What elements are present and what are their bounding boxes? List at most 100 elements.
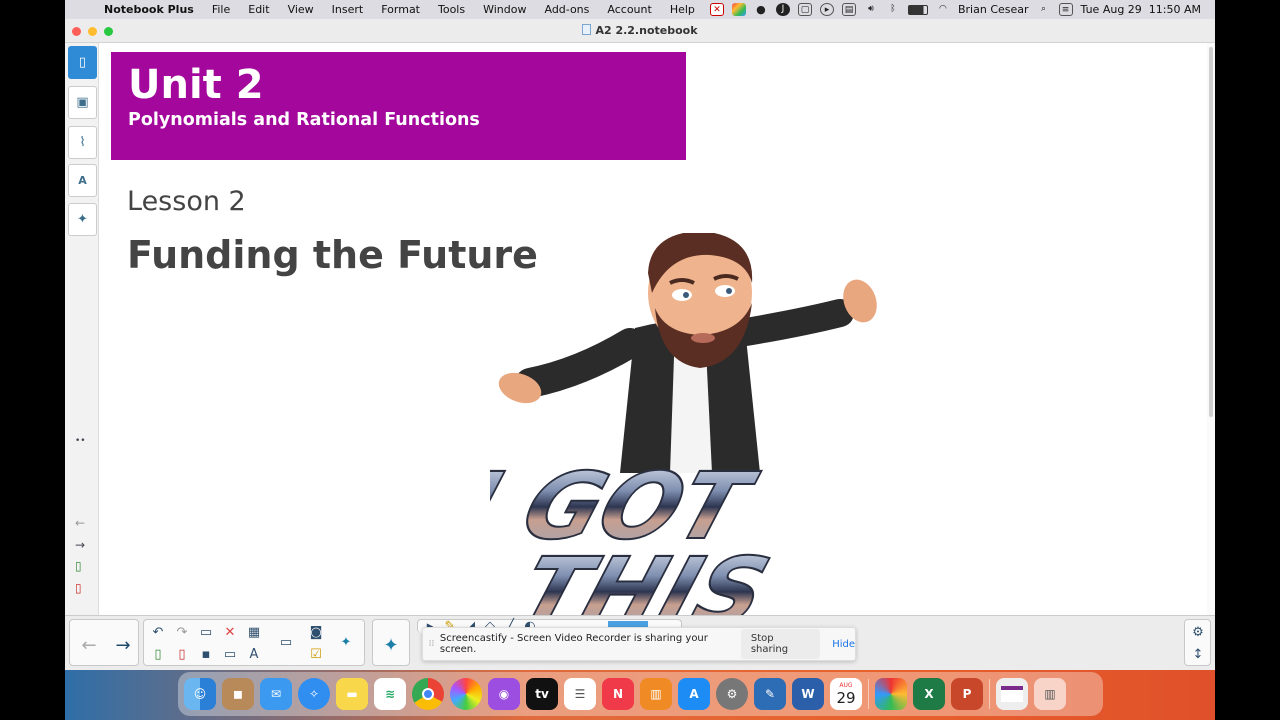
back-arrow-icon[interactable]: ←	[75, 516, 85, 530]
app-store-icon[interactable]: A	[678, 678, 710, 710]
control-center-icon[interactable]: ≡	[1058, 3, 1073, 16]
edit-tools-group: ↶ ↷ ▭ ✕ ▦ ▭ ◙ ✦ ▯ ▯ ▪ ▭ A ☑	[143, 619, 365, 666]
battery-icon[interactable]	[907, 4, 928, 15]
excel-icon[interactable]: X	[913, 678, 945, 710]
screen-shade-icon[interactable]: ▭	[276, 633, 296, 651]
menu-edit[interactable]: Edit	[239, 3, 278, 16]
menu-app-name[interactable]: Notebook Plus	[95, 3, 203, 16]
drop-icon[interactable]: ●	[754, 3, 768, 16]
remove-page-icon[interactable]: ▯	[172, 645, 192, 663]
search-icon[interactable]: ⌕	[1037, 3, 1051, 16]
properties-tab[interactable]: A	[68, 164, 97, 197]
gallery-tab[interactable]: ▣	[68, 86, 97, 119]
screen: Notebook Plus File Edit View Insert Form…	[65, 0, 1215, 720]
stop-sharing-button[interactable]: Stop sharing	[740, 629, 821, 659]
lesson-label[interactable]: Lesson 2	[127, 186, 246, 217]
photos-icon[interactable]	[450, 678, 482, 710]
table-icon[interactable]: ▦	[244, 623, 264, 641]
hide-button[interactable]: Hide	[832, 639, 855, 650]
redo-icon[interactable]: ↷	[172, 623, 192, 641]
finder-icon[interactable]: ☺	[184, 678, 216, 710]
downloads-stack-icon[interactable]	[996, 678, 1028, 710]
keyboard-icon[interactable]: ▤	[841, 3, 856, 16]
check-document-icon[interactable]: ☑	[306, 645, 326, 663]
dock: ☺ ◼ ✉ ✧ ▬ ≋ ◉ tv ☰ N ▥ A ⚙ ✎ W AUG 29 X …	[178, 672, 1103, 716]
apple-tv-icon[interactable]: tv	[526, 678, 558, 710]
delete-page-icon[interactable]: ▯	[75, 581, 82, 595]
notebook-page[interactable]: Unit 2 Polynomials and Rational Function…	[100, 43, 1205, 633]
save-icon[interactable]: ▪	[196, 645, 216, 663]
calendar-icon[interactable]: AUG 29	[830, 678, 862, 710]
gear-icon[interactable]: ⚙	[1188, 623, 1208, 641]
menu-add-ons[interactable]: Add-ons	[535, 3, 598, 16]
undo-icon[interactable]: ↶	[148, 623, 168, 641]
menu-view[interactable]: View	[279, 3, 323, 16]
menu-format[interactable]: Format	[372, 3, 429, 16]
mail-icon[interactable]: ✉	[260, 678, 292, 710]
menu-bar: Notebook Plus File Edit View Insert Form…	[65, 0, 1215, 19]
attachments-tab[interactable]: ⌇	[68, 126, 97, 159]
scroll-thumb[interactable]	[1209, 47, 1213, 417]
safari-icon[interactable]: ✧	[298, 678, 330, 710]
settings-group: ⚙ ↕	[1184, 619, 1211, 666]
menu-tools[interactable]: Tools	[429, 3, 474, 16]
news-icon[interactable]: N	[602, 678, 634, 710]
collapse-handle-icon[interactable]: ••	[75, 436, 86, 446]
add-page-icon[interactable]: ▯	[75, 559, 82, 573]
bitmoji-i-got-this-image[interactable]: I GOT THIS	[490, 233, 910, 633]
next-page-button[interactable]: →	[108, 632, 138, 658]
toolbar-position-icon[interactable]: ↕	[1188, 645, 1208, 663]
user-name[interactable]: Brian Cesear	[958, 3, 1029, 16]
powerpoint-icon[interactable]: P	[951, 678, 983, 710]
puzzle-icon: ✦	[77, 212, 88, 227]
delete-icon[interactable]: ✕	[220, 623, 240, 641]
colorful-app-icon[interactable]	[731, 3, 746, 16]
books-icon[interactable]: ▥	[640, 678, 672, 710]
play-icon[interactable]: ▸	[819, 3, 834, 16]
clock[interactable]: Tue Aug 29 11:50 AM	[1081, 3, 1201, 16]
contacts-icon[interactable]: ◼	[222, 678, 254, 710]
podcasts-icon[interactable]: ◉	[488, 678, 520, 710]
volume-icon[interactable]: 🔊︎	[864, 3, 878, 16]
j-icon[interactable]: J	[775, 3, 790, 16]
reminders-icon[interactable]: ☰	[564, 678, 596, 710]
forward-arrow-icon[interactable]: →	[75, 538, 85, 552]
notes-icon[interactable]: ▬	[336, 678, 368, 710]
drag-handle-icon[interactable]: ⁞⁞	[423, 639, 440, 649]
open-folder-icon[interactable]: ▭	[196, 623, 216, 641]
status-area: ✕ ● J ▢ ▸ ▤ 🔊︎ ᛒ ◠ Brian Cesear ⌕ ≡ Tue …	[709, 3, 1215, 16]
page-nav-group: ← →	[69, 619, 139, 666]
image-icon: ▣	[76, 95, 89, 110]
trash-icon[interactable]: ▥	[1034, 678, 1066, 710]
screenshot-icon[interactable]: ▢	[797, 3, 812, 16]
menu-insert[interactable]: Insert	[323, 3, 373, 16]
word-icon[interactable]: W	[792, 678, 824, 710]
unit-banner[interactable]: Unit 2 Polynomials and Rational Function…	[111, 52, 686, 160]
window-title-bar: A2 2.2.notebook	[65, 19, 1215, 43]
wifi-icon[interactable]: ◠	[936, 3, 950, 16]
freeform-icon[interactable]: ≋	[374, 678, 406, 710]
page-sorter-tab[interactable]: ▯	[68, 46, 97, 79]
add-ons-tab[interactable]: ✦	[68, 203, 97, 236]
google-workspace-icon[interactable]	[875, 678, 907, 710]
previous-page-button[interactable]: ←	[74, 632, 104, 658]
close-x-icon[interactable]: ✕	[709, 3, 724, 16]
menu-file[interactable]: File	[203, 3, 239, 16]
menu-window[interactable]: Window	[474, 3, 535, 16]
camera-icon[interactable]: ◙	[306, 623, 326, 641]
notebook-app-icon[interactable]: ✎	[754, 678, 786, 710]
page-icon: ▯	[78, 55, 87, 70]
add-ons-icon[interactable]: ✦	[336, 633, 356, 651]
menu-account[interactable]: Account	[598, 3, 660, 16]
text-tool-icon[interactable]: A	[244, 645, 264, 663]
puzzle-add-on-button[interactable]: ✦	[376, 632, 406, 658]
screencastify-sharing-banner: ⁞⁞ Screencastify - Screen Video Recorder…	[422, 627, 856, 661]
chrome-icon[interactable]	[412, 678, 444, 710]
system-settings-icon[interactable]: ⚙	[716, 678, 748, 710]
display-icon[interactable]: ▭	[220, 645, 240, 663]
lesson-title[interactable]: Funding the Future	[127, 233, 538, 277]
menu-help[interactable]: Help	[661, 3, 704, 16]
vertical-scrollbar[interactable]	[1207, 43, 1215, 615]
new-page-icon[interactable]: ▯	[148, 645, 168, 663]
bluetooth-icon[interactable]: ᛒ	[886, 3, 900, 16]
